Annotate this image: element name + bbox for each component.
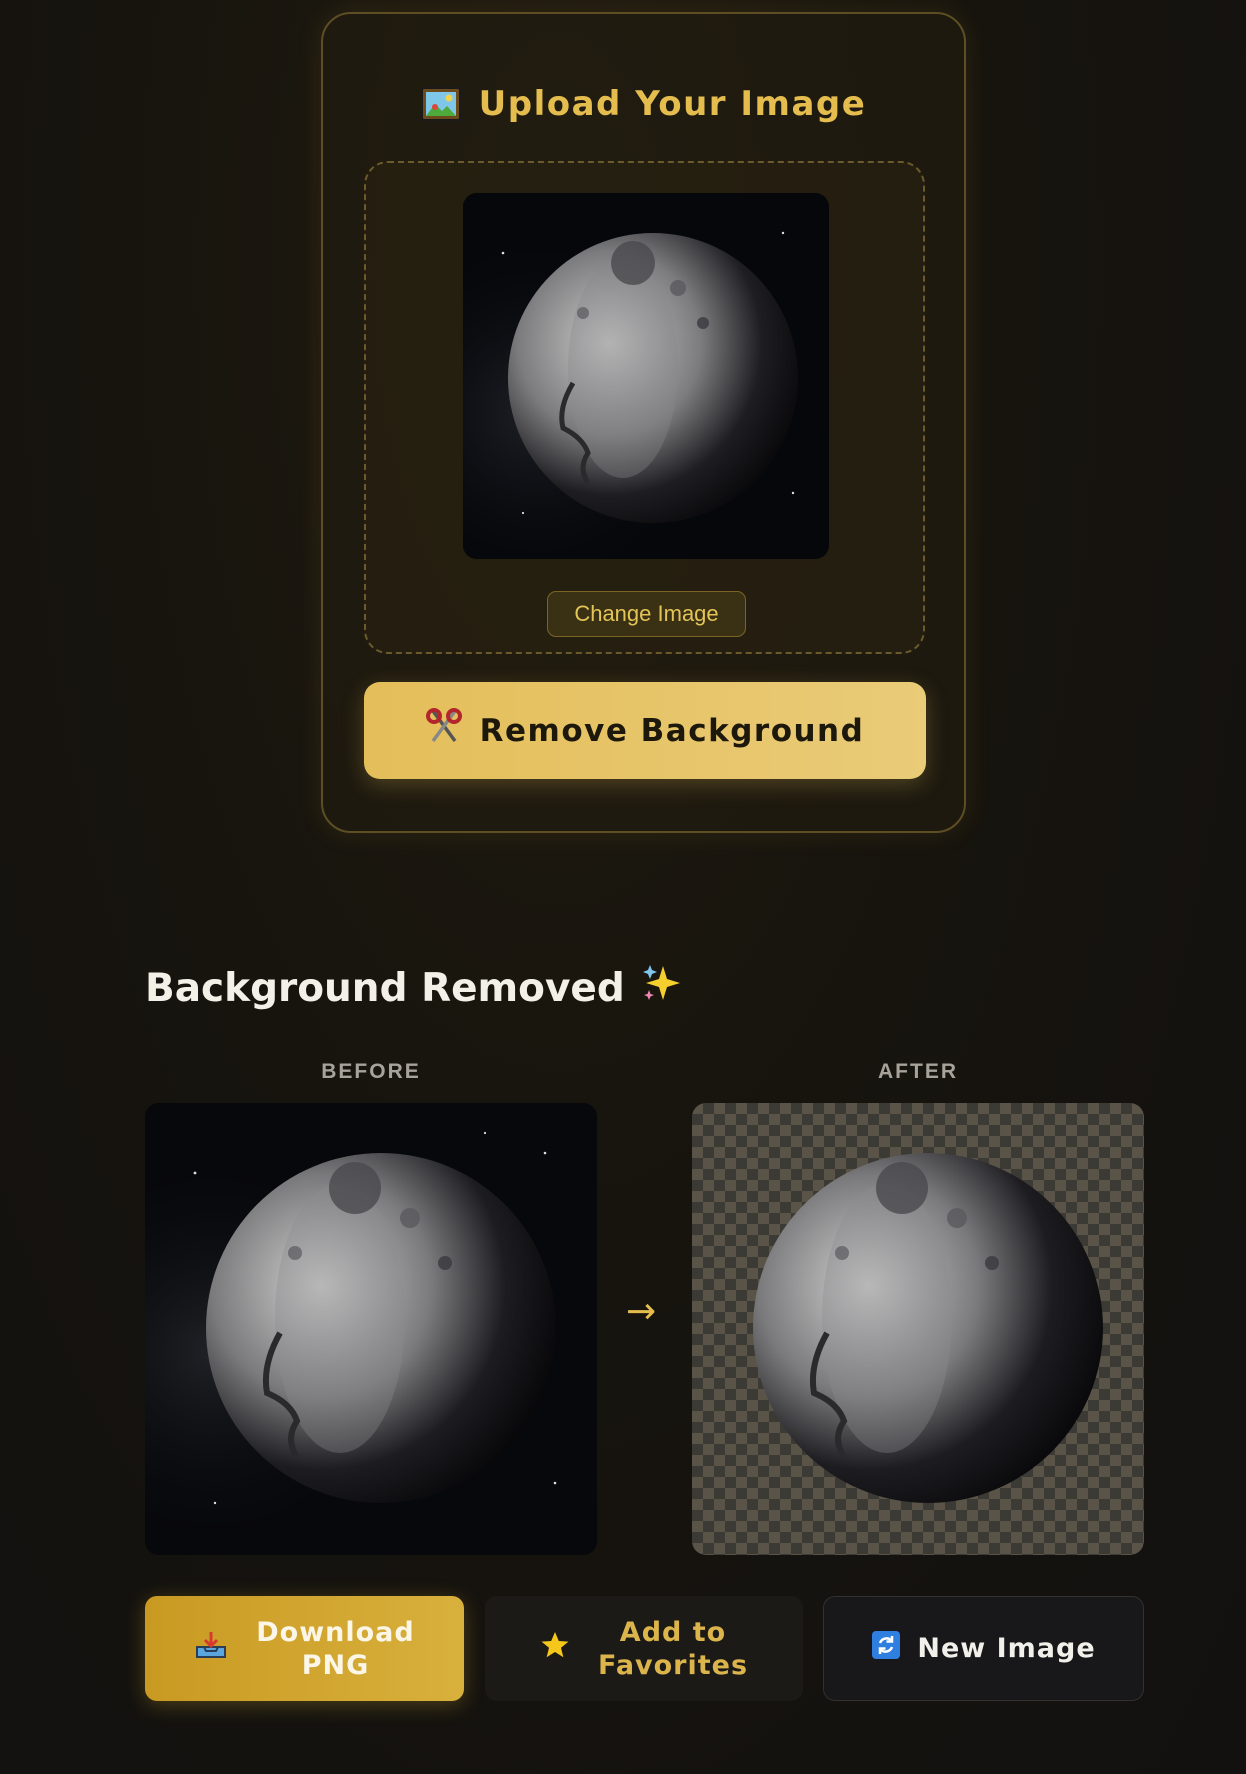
framed-picture-icon bbox=[420, 87, 461, 121]
before-image bbox=[145, 1103, 597, 1555]
favorites-label-line2: Favorites bbox=[597, 1649, 749, 1681]
inbox-tray-icon bbox=[194, 1630, 228, 1668]
download-png-button[interactable]: Download PNG bbox=[145, 1596, 464, 1701]
upload-title-row: Upload Your Image bbox=[323, 84, 964, 124]
change-image-button[interactable]: Change Image bbox=[547, 591, 746, 637]
star-icon bbox=[540, 1630, 570, 1668]
add-to-favorites-button[interactable]: Add to Favorites bbox=[485, 1596, 803, 1701]
sparkles-icon bbox=[641, 962, 683, 1014]
after-image bbox=[692, 1103, 1144, 1555]
result-title-row: Background Removed bbox=[145, 962, 683, 1014]
scissors-icon bbox=[425, 707, 462, 754]
download-label-line1: Download bbox=[256, 1616, 415, 1648]
result-title: Background Removed bbox=[145, 965, 625, 1011]
remove-background-button[interactable]: Remove Background bbox=[364, 682, 926, 779]
favorites-label: Add to Favorites bbox=[598, 1616, 748, 1682]
upload-title: Upload Your Image bbox=[478, 84, 867, 124]
image-dropzone[interactable]: Change Image bbox=[364, 161, 925, 654]
upload-card: Upload Your Image Change Image Remove Ba… bbox=[321, 12, 966, 833]
before-label: BEFORE bbox=[321, 1060, 421, 1083]
after-label: AFTER bbox=[878, 1060, 958, 1083]
arrow-right-icon: → bbox=[626, 1291, 657, 1332]
page: Upload Your Image Change Image Remove Ba… bbox=[0, 0, 1246, 1774]
favorites-label-line1: Add to bbox=[619, 1616, 727, 1648]
download-label-line2: PNG bbox=[301, 1649, 370, 1681]
remove-background-label: Remove Background bbox=[479, 712, 865, 749]
download-label: Download PNG bbox=[256, 1616, 414, 1682]
refresh-icon bbox=[871, 1630, 901, 1668]
new-image-label: New Image bbox=[917, 1633, 1096, 1664]
preview-image bbox=[463, 193, 829, 559]
new-image-button[interactable]: New Image bbox=[823, 1596, 1144, 1701]
